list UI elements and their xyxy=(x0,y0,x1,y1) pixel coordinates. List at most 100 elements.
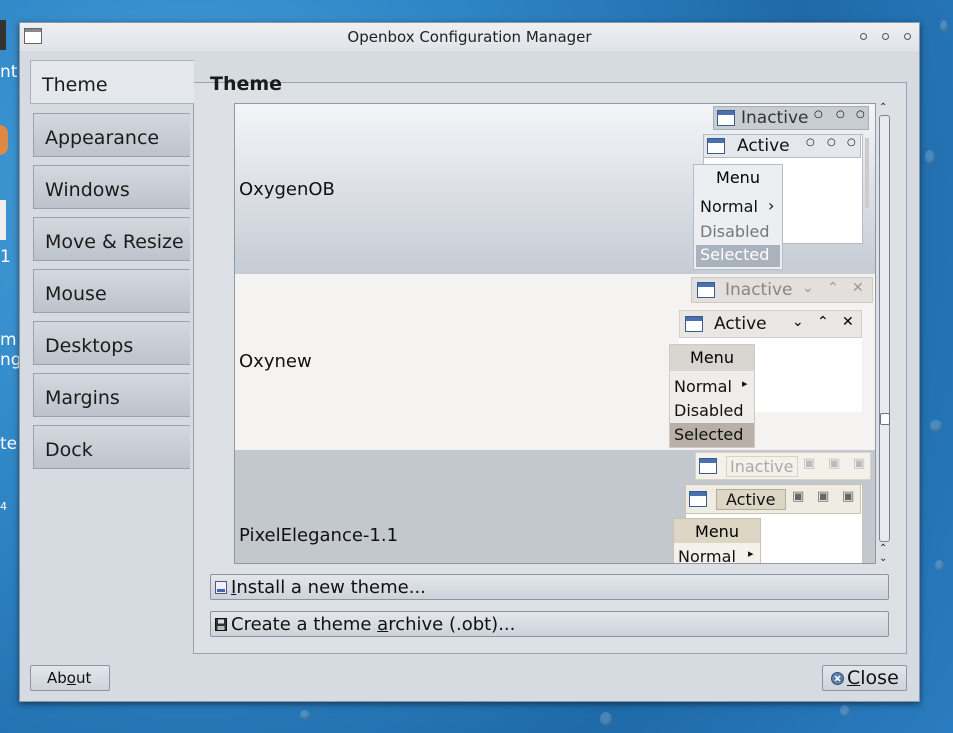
preview-button-icon: ○ xyxy=(806,137,815,148)
scroll-down-icon[interactable]: ⌄ xyxy=(879,554,887,564)
desktop-file-icon[interactable] xyxy=(0,200,6,240)
preview-button-icon: ▣ xyxy=(792,489,805,504)
preview-button-icon: ○ xyxy=(827,137,836,148)
maximize-icon[interactable] xyxy=(882,33,889,40)
about-label-post: ut xyxy=(75,669,92,687)
install-label-post: nstall a new theme... xyxy=(236,577,426,598)
preview-menu-title: Menu xyxy=(670,345,754,371)
water-drop xyxy=(930,420,942,432)
theme-list-scrollbar[interactable]: ⌃ ⌃ ⌄ xyxy=(877,103,891,564)
scrollbar-thumb[interactable] xyxy=(880,413,890,425)
config-window: Openbox Configuration Manager Theme Appe… xyxy=(19,22,920,702)
close-label-mnemonic: C xyxy=(847,667,861,689)
preview-inactive-titlebar: Inactive ○ ○ ○ xyxy=(713,106,869,130)
close-window-icon[interactable] xyxy=(904,33,911,40)
preview-button-icon: ○ xyxy=(836,109,845,120)
tab-dock[interactable]: Dock xyxy=(33,425,190,469)
minimize-icon[interactable] xyxy=(860,33,867,40)
desktop-label-fragment[interactable]: 1 xyxy=(0,247,11,267)
tab-move-resize[interactable]: Move & Resize xyxy=(33,217,190,261)
water-drop xyxy=(300,710,310,720)
window-icon xyxy=(697,282,715,298)
install-theme-button[interactable]: Install a new theme... xyxy=(210,574,889,600)
submenu-arrow-icon: › xyxy=(768,196,775,215)
theme-row-oxynew[interactable]: Oxynew Inactive ⌄ ⌃ ✕ Active ⌄ ⌃ ✕ Menu … xyxy=(235,274,875,450)
tab-mouse[interactable]: Mouse xyxy=(33,269,190,313)
preview-active-titlebar: Active ○ ○ ○ xyxy=(703,134,861,158)
preview-menu-title: Menu xyxy=(674,519,760,543)
archive-label-mnemonic: a xyxy=(377,614,389,635)
preview-menu: Menu Normal ▸ Disabled Selected xyxy=(669,344,755,448)
theme-row-pixelelegance[interactable]: PixelElegance-1.1 Inactive ▣ ▣ ▣ Active … xyxy=(235,450,875,564)
save-icon xyxy=(215,618,227,631)
close-label-post: lose xyxy=(860,667,899,689)
preview-button-icon: ○ xyxy=(856,109,865,120)
preview-menu: Menu Normal › Disabled Selected xyxy=(693,164,783,270)
theme-name: OxygenOB xyxy=(239,179,335,200)
preview-menu-selected: Selected xyxy=(696,245,780,267)
preview-button-icon: ○ xyxy=(814,109,823,120)
tab-margins[interactable]: Margins xyxy=(33,373,190,417)
preview-button-icon: ⌄ xyxy=(792,314,804,330)
desktop-label-fragment[interactable]: m xyxy=(0,330,17,350)
about-button[interactable]: About xyxy=(30,665,110,691)
theme-list[interactable]: OxygenOB Inactive ○ ○ ○ Active ○ ○ ○ Men xyxy=(234,103,876,564)
preview-button-icon: ✕ xyxy=(852,280,864,296)
preview-button-icon: ▣ xyxy=(828,456,841,471)
preview-menu-normal: Normal xyxy=(674,377,732,396)
tab-windows[interactable]: Windows xyxy=(33,165,190,209)
submenu-arrow-icon: ▸ xyxy=(742,377,748,390)
preview-button-icon: ▣ xyxy=(817,489,830,504)
section-title: Theme xyxy=(210,73,283,95)
scroll-up-icon[interactable]: ⌃ xyxy=(879,103,887,113)
desktop-label-fragment[interactable]: nt xyxy=(0,62,17,82)
preview-menu-normal: Normal xyxy=(678,547,736,564)
about-label-pre: Ab xyxy=(47,669,67,687)
tab-desktops[interactable]: Desktops xyxy=(33,321,190,365)
title-bar[interactable]: Openbox Configuration Manager xyxy=(20,23,919,51)
window-icon xyxy=(699,458,717,474)
desktop-app-icon[interactable] xyxy=(0,125,8,155)
theme-row-oxygenob[interactable]: OxygenOB Inactive ○ ○ ○ Active ○ ○ ○ Men xyxy=(235,104,875,274)
preview-menu-title: Menu xyxy=(716,168,760,187)
water-drop xyxy=(600,712,612,726)
preview-scroll-edge xyxy=(865,138,869,208)
install-icon xyxy=(215,581,227,594)
desktop-terminal-icon[interactable] xyxy=(0,20,6,50)
preview-button-icon: ▣ xyxy=(842,489,855,504)
desktop-label-fragment[interactable]: 4 xyxy=(0,500,7,513)
preview-inactive-label: Inactive xyxy=(741,108,809,128)
window-icon xyxy=(685,316,703,332)
archive-label-pre: Create a theme xyxy=(231,614,378,635)
scrollbar-track[interactable] xyxy=(879,115,890,542)
theme-name: PixelElegance-1.1 xyxy=(239,525,399,546)
preview-active-label: Active xyxy=(737,136,790,156)
preview-menu: Menu Normal ▸ xyxy=(673,518,761,564)
preview-button-icon: ⌃ xyxy=(827,280,839,296)
theme-name: Oxynew xyxy=(239,351,312,372)
preview-menu-disabled: Disabled xyxy=(674,401,744,420)
tab-appearance[interactable]: Appearance xyxy=(33,113,190,157)
preview-active-titlebar: Active ▣ ▣ ▣ xyxy=(685,484,861,514)
desktop-label-fragment[interactable]: te xyxy=(0,434,17,454)
preview-inactive-label: Inactive xyxy=(726,456,798,477)
archive-label-post: rchive (.obt)... xyxy=(388,614,516,635)
preview-inactive-titlebar: Inactive ⌄ ⌃ ✕ xyxy=(691,277,873,303)
water-drop xyxy=(935,560,944,571)
preview-active-titlebar: Active ⌄ ⌃ ✕ xyxy=(679,310,862,338)
preview-active-label: Active xyxy=(716,489,786,510)
close-icon xyxy=(831,672,844,685)
preview-active-label: Active xyxy=(714,314,767,334)
preview-button-icon: ⌃ xyxy=(817,314,829,330)
about-label-mnemonic: o xyxy=(66,669,76,687)
window-title: Openbox Configuration Manager xyxy=(347,28,592,46)
close-button[interactable]: Close xyxy=(822,665,907,691)
window-icon xyxy=(717,110,735,126)
tab-theme[interactable]: Theme xyxy=(30,60,194,104)
water-drop xyxy=(840,705,850,717)
preview-inactive-titlebar: Inactive ▣ ▣ ▣ xyxy=(695,452,871,480)
preview-menu-selected: Selected xyxy=(670,423,754,447)
create-archive-button[interactable]: Create a theme archive (.obt)... xyxy=(210,611,889,637)
preview-menu-normal: Normal xyxy=(700,197,758,216)
preview-button-icon: ▣ xyxy=(853,456,866,471)
